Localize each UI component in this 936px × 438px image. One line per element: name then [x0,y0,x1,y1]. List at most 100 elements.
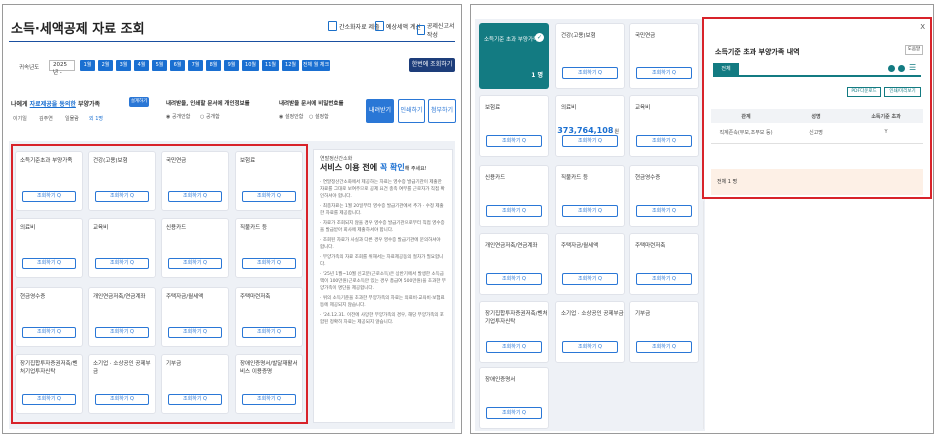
deduction-card-label: 교육비 [635,105,651,111]
notice-title: 서비스 이용 전에 꼭 확인해 주세요! [320,162,446,173]
deduction-card-label: 직불카드 등 [561,175,589,181]
print-title: 내려받을, 인쇄할 문서에 개인정보를 [166,101,250,107]
dependent-count: 1 명 [531,72,543,79]
notice-line: · 자료가 조회되지 않을 경우 영수증 발급기관으로부터 직접 영수증을 발급… [320,221,445,233]
month-button[interactable]: 6월 [170,60,185,71]
deduction-card[interactable]: 현금영수증조회하기 Q [629,165,699,227]
notice-small-title: 연말정산간소화 [320,156,353,162]
dependent-title-suffix: 부양가족 [75,101,101,108]
month-button[interactable]: 5월 [152,60,167,71]
submit-link-label: 간소화자료 제출 [339,23,380,31]
lookup-button[interactable]: 조회하기 Q [636,341,692,353]
submit-link[interactable]: 간소화자료 제출 [328,21,380,31]
deduction-card[interactable]: 주택자금/월세액조회하기 Q [555,233,625,295]
deduction-card-label: 보험료 [485,105,501,111]
dependent-more[interactable]: 외 1명 [89,115,103,122]
deduction-card-label: 의료비 [561,105,577,111]
deduction-card-label: 주택자금/월세액 [561,243,599,249]
month-button[interactable]: 3월 [116,60,131,71]
month-button[interactable]: 8월 [206,60,221,71]
deduction-card[interactable]: 국민연금 조회하기 Q [629,23,699,89]
search-all-button[interactable]: 한번에 조회하기 [409,58,455,72]
password-option-on-label: 설정함 [314,114,329,120]
attach-button[interactable]: 첨부하기 [428,99,456,123]
notice-line: · 연말정산간소화에서 제공하는 자료는 영수증 발급기관이 제출한 자료를 그… [320,180,445,199]
lookup-button[interactable]: 조회하기 Q [486,205,542,217]
notice-line: · '25년 1월~10월 신고분(근로소득)은 상반기에서 발생한 소득금액이… [320,272,446,291]
lookup-button[interactable]: 조회하기 Q [562,273,618,285]
deduction-card-label: 소득기준 초과 부양가족 [484,37,539,43]
deduction-card[interactable]: 의료비 373,764,108원 조회하기 Q [555,95,625,157]
notice-title-c: 해 주세요! [404,166,427,172]
dependent-settings-button[interactable]: 설계하기 [129,97,149,107]
lookup-button[interactable]: 조회하기 Q [636,273,692,285]
report-link[interactable]: 공제신고서 작성 [417,21,461,39]
calculator-icon [375,21,384,31]
deduction-card-label: 주택마련저축 [635,243,666,249]
month-button[interactable]: 7월 [188,60,203,71]
header-divider [9,41,455,42]
notice-line: · 위의 소득기준을 초과한 부양가족의 자료는 의료비·교육비·보험료 등에 … [320,296,445,308]
print-option-hide[interactable]: ◉ 공개안함 [166,113,190,120]
highlight-box [11,144,308,424]
print-button[interactable]: 인쇄하기 [398,99,425,123]
month-button[interactable]: 9월 [224,60,239,71]
lookup-button[interactable]: 조회하기 Q [562,67,618,79]
lookup-button[interactable]: 조회하기 Q [486,135,542,147]
password-option-off[interactable]: ◉ 설정안함 [279,113,303,120]
deduction-card-label: 기부금 [635,311,651,317]
deduction-card-label: 개인연금저축/연금계좌 [485,243,538,249]
deduction-card[interactable]: 개인연금저축/연금계좌조회하기 Q [479,233,549,295]
month-button[interactable]: 전체 월 체크 [302,60,330,71]
print-option-show-label: 공개함 [205,114,220,120]
dependent-1: 이기일 [13,116,27,122]
password-option-on[interactable]: ○ 설정함 [309,113,329,120]
print-option-show[interactable]: ○ 공개함 [200,113,220,120]
notice-line: · '24.12.31. 이전에 사망한 부양가족의 경우, 해당 부양가족의 … [320,313,444,325]
lookup-button[interactable]: 조회하기 Q [486,273,542,285]
month-button[interactable]: 11월 [262,60,279,71]
lookup-button[interactable]: 조회하기 Q [562,205,618,217]
deduction-card-label: 소기업 · 소상공인 공제부금 [561,311,624,317]
month-button[interactable]: 4월 [134,60,149,71]
month-button[interactable]: 2월 [98,60,113,71]
left-screenshot: 소득·세액공제 자료 조회 간소화자료 제출 예상세액 계산 공제신고서 작성 … [2,4,462,434]
notice-lines: · 연말정산간소화에서 제공하는 자료는 영수증 발급기관이 제출한 자료를 그… [320,179,446,326]
deduction-card[interactable]: 직불카드 등조회하기 Q [555,165,625,227]
month-button[interactable]: 1월 [80,60,95,71]
deduction-card[interactable]: 장애인증명서 조회하기 Q [479,367,549,429]
month-button[interactable]: 12월 [282,60,299,71]
right-screenshot: 소득기준 초과 부양가족 ✓ 1 명 건강(고용)보험 조회하기 Q 국민연금 조회하기 Q… [470,4,934,434]
medical-amount: 373,764,108원 [557,126,619,135]
selected-deduction-card[interactable]: 소득기준 초과 부양가족 ✓ 1 명 [479,23,549,89]
deduction-card-label: 현금영수증 [635,175,661,181]
year-label: 귀속년도 [19,65,40,71]
notice-title-a: 서비스 이용 전에 [320,163,380,172]
modal-shadow-line [703,201,704,429]
deduction-card[interactable]: 장기집합투자증권저축/벤처기업투자신탁 조회하기 Q [479,301,549,363]
notice-title-highlight: 꼭 확인 [379,163,405,172]
deduction-card[interactable]: 건강(고용)보험조회하기 Q [555,23,625,89]
deduction-card[interactable]: 소기업 · 소상공인 공제부금조회하기 Q [555,301,625,363]
dependent-title: 나에게 자료제공을 동의한 부양가족 [11,99,100,108]
lookup-button[interactable]: 조회하기 Q [486,407,542,419]
lookup-button[interactable]: 조회하기 Q [562,341,618,353]
year-select[interactable]: 2025년 - [49,60,75,76]
deduction-card-label: 건강(고용)보험 [561,33,596,39]
lookup-button[interactable]: 조회하기 Q [636,67,692,79]
estimate-link[interactable]: 예상세액 계산 [375,21,421,31]
lookup-button[interactable]: 조회하기 Q [486,341,542,353]
dependent-title-prefix: 나에게 [11,101,30,108]
deduction-card[interactable]: 기부금조회하기 Q [629,301,699,363]
lookup-button[interactable]: 조회하기 Q [636,205,692,217]
deduction-card[interactable]: 보험료조회하기 Q [479,95,549,157]
consent-link[interactable]: 자료제공을 동의한 [30,101,76,108]
month-button[interactable]: 10월 [242,60,259,71]
deduction-card[interactable]: 교육비조회하기 Q [629,95,699,157]
lookup-button[interactable]: 조회하기 Q [562,135,618,147]
deduction-card[interactable]: 신용카드 조회하기 Q [479,165,549,227]
download-button[interactable]: 내려받기 [366,99,394,123]
password-option-off-label: 설정안함 [284,114,304,120]
lookup-button[interactable]: 조회하기 Q [636,135,692,147]
deduction-card[interactable]: 주택마련저축조회하기 Q [629,233,699,295]
